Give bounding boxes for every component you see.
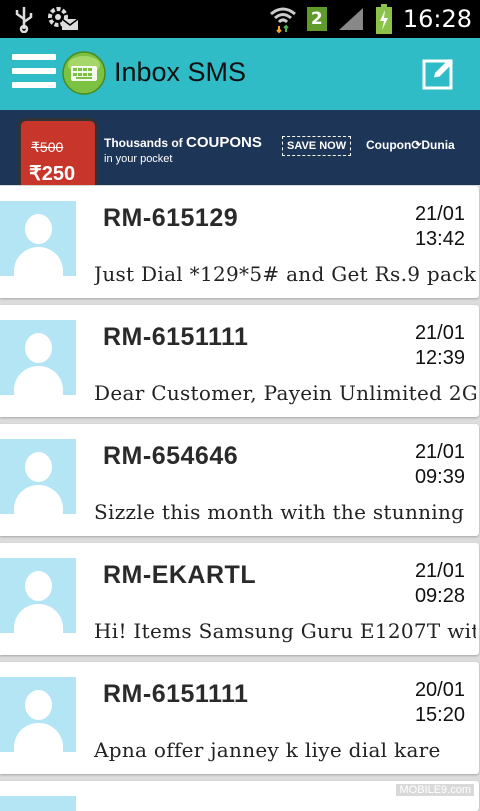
status-bar-right: 2 16:28 — [269, 3, 472, 35]
message-preview: Apna offer janney k liye dial kare — [94, 738, 441, 762]
status-bar: 2 16:28 — [0, 0, 480, 38]
signal-icon — [338, 8, 363, 30]
ad-save-now-button[interactable]: SAVE NOW — [282, 136, 352, 156]
ad-phone-image: ₹500 ₹250 — [18, 118, 98, 185]
message-timestamp: 21/01 12:39 — [415, 321, 465, 371]
ad-brand-logo: Coupon⟳Dunia — [366, 138, 455, 152]
settings-mail-icon — [48, 7, 79, 30]
message-time: 09:28 — [414, 585, 465, 607]
message-date: 21/01 — [414, 560, 465, 582]
clock: 16:28 — [402, 5, 472, 33]
message-timestamp: 21/01 09:28 — [415, 559, 465, 609]
avatar — [0, 320, 76, 395]
ad-banner[interactable]: ₹500 ₹250 Thousands of COUPONS in your p… — [0, 110, 480, 185]
sender-name: RM-EKARTL — [103, 561, 257, 589]
status-bar-left — [12, 5, 80, 33]
message-time: 15:20 — [414, 704, 465, 726]
sender-name: RM-6151111 — [103, 680, 249, 708]
message-timestamp: 21/01 09:39 — [415, 440, 465, 490]
watermark-logo: MOBILE9.com — [396, 784, 474, 796]
avatar — [0, 677, 76, 752]
list-item[interactable]: RM-615129 21/01 13:42 Just Dial *129*5# a… — [0, 186, 479, 298]
message-preview: Hi! Items Samsung Guru E1207T with — [94, 619, 476, 643]
sender-name: RM-654646 — [103, 442, 239, 470]
list-item[interactable]: RM-EKARTL 21/01 09:28 Hi! Items Samsung G… — [0, 543, 479, 655]
sender-name: RM-615129 — [103, 204, 239, 232]
ad-headline: Thousands of COUPONS — [104, 134, 262, 151]
message-time: 13:42 — [414, 228, 465, 250]
compose-icon[interactable] — [422, 56, 456, 90]
message-preview: Just Dial *129*5# and Get Rs.9 pack — [94, 262, 476, 286]
ad-headline-highlight: COUPONS — [186, 134, 262, 151]
avatar — [0, 439, 76, 514]
sim-badge: 2 — [306, 7, 327, 31]
message-timestamp: 21/01 13:42 — [415, 202, 465, 252]
page-title: Inbox SMS — [114, 57, 247, 87]
avatar — [0, 201, 76, 276]
message-date: 21/01 — [414, 322, 465, 344]
ad-old-price: ₹500 — [31, 139, 64, 155]
ad-headline-prefix: Thousands of — [104, 136, 183, 150]
app-keyboard-icon — [62, 51, 106, 95]
message-preview: Dear Customer, Payein Unlimited 2G — [94, 381, 476, 405]
message-date: 21/01 — [414, 441, 465, 463]
list-item[interactable]: RM-6151111 21/01 12:39 Dear Customer, Pay… — [0, 305, 479, 417]
action-bar: Inbox SMS — [0, 38, 480, 110]
menu-icon[interactable] — [12, 54, 56, 94]
wifi-icon — [269, 7, 296, 34]
ad-subline: in your pocket — [104, 153, 173, 165]
battery-charging-icon — [375, 4, 392, 34]
message-preview: Sizzle this month with the stunning — [94, 500, 465, 524]
avatar — [0, 558, 76, 633]
message-time: 12:39 — [414, 347, 465, 369]
message-time: 09:39 — [414, 466, 465, 488]
sender-name: RM-6151111 — [103, 323, 249, 351]
avatar — [0, 796, 76, 811]
message-date: 20/01 — [414, 679, 465, 701]
usb-icon — [15, 7, 33, 33]
list-item[interactable]: RM-654646 21/01 09:39 Sizzle this month w… — [0, 424, 479, 536]
message-date: 21/01 — [414, 203, 465, 225]
ad-new-price: ₹250 — [29, 163, 76, 185]
message-timestamp: 20/01 15:20 — [415, 678, 465, 728]
list-item[interactable]: RM-6151111 20/01 15:20 Apna offer janney … — [0, 662, 479, 774]
